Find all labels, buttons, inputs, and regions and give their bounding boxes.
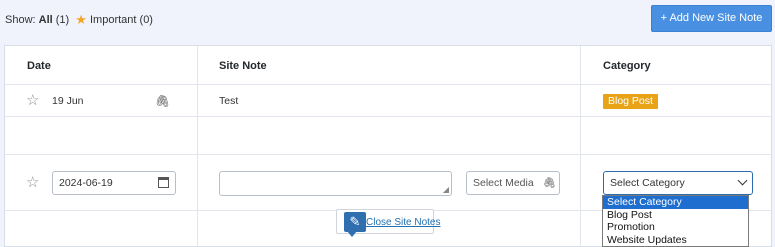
filter-all[interactable]: All <box>39 14 53 26</box>
category-select[interactable]: Select Category <box>603 171 753 195</box>
row-divider <box>5 116 771 117</box>
filter-all-count: (1) <box>55 14 70 26</box>
resize-handle-icon[interactable]: ◢ <box>443 185 449 194</box>
filter-important-count: (0) <box>139 14 153 26</box>
category-option[interactable]: Select Category <box>603 196 748 209</box>
column-header-category: Category <box>603 60 651 72</box>
paperclip-icon[interactable]: 🖇 <box>155 94 170 108</box>
filter-bar: Show: All (1) ★ Important (0) <box>5 11 153 27</box>
note-date: 19 Jun <box>52 95 84 107</box>
column-divider <box>580 46 581 246</box>
header-divider <box>5 84 771 85</box>
add-new-site-note-button[interactable]: + Add New Site Note <box>651 5 772 32</box>
category-badge: Blog Post <box>603 94 658 109</box>
category-option[interactable]: Website Updates <box>603 234 748 247</box>
row-divider <box>5 154 771 155</box>
calendar-icon[interactable] <box>158 177 169 188</box>
close-site-notes-box[interactable]: ✎ Close Site Notes <box>336 209 440 237</box>
star-icon: ★ <box>75 12 87 27</box>
filter-important[interactable]: Important <box>90 14 136 26</box>
show-label: Show: <box>5 14 36 26</box>
date-value: 2024-06-19 <box>59 177 113 189</box>
column-header-site-note: Site Note <box>219 60 267 72</box>
column-divider <box>197 46 198 246</box>
select-media-button[interactable]: Select Media 🖇 <box>466 171 560 195</box>
star-outline-icon[interactable]: ☆ <box>26 175 39 190</box>
column-header-date: Date <box>27 60 51 72</box>
chevron-down-icon <box>737 175 748 186</box>
site-note-textarea[interactable]: ◢ <box>219 171 452 196</box>
category-option[interactable]: Promotion <box>603 221 748 234</box>
category-select-value: Select Category <box>610 177 685 189</box>
category-option[interactable]: Blog Post <box>603 209 748 222</box>
note-text: Test <box>219 95 239 107</box>
notes-toolbar: Show: All (1) ★ Important (0) + Add New … <box>0 0 775 36</box>
pencil-icon: ✎ <box>344 212 366 237</box>
paperclip-icon: 🖇 <box>543 177 557 189</box>
date-field[interactable]: 2024-06-19 <box>52 171 176 195</box>
select-media-label: Select Media <box>473 177 534 189</box>
close-site-notes-link[interactable]: Close Site Notes <box>366 217 440 228</box>
category-dropdown: Select Category Blog Post Promotion Webs… <box>602 195 749 247</box>
star-outline-icon[interactable]: ☆ <box>26 93 39 108</box>
